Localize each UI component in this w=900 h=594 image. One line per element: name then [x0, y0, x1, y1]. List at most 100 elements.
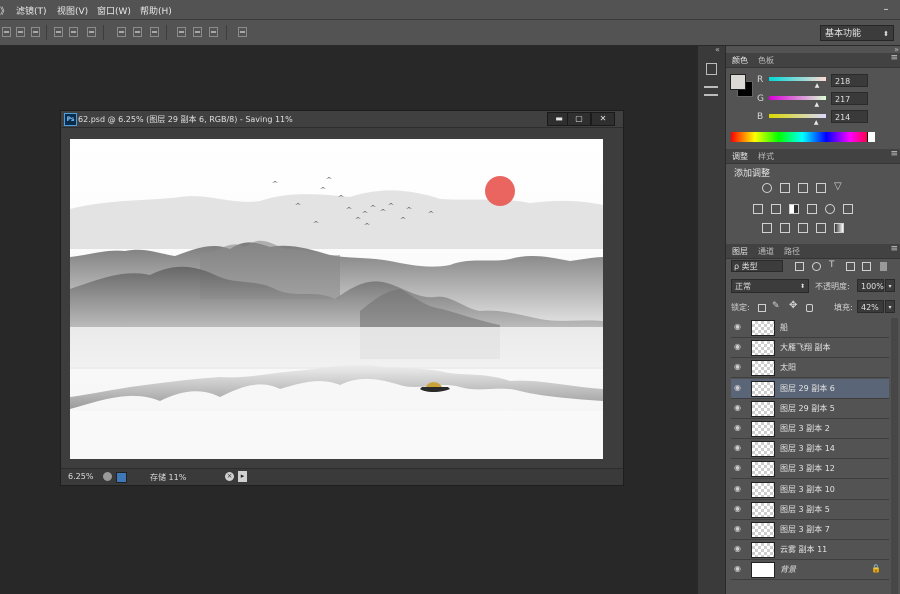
maximize-button[interactable]: ▢ — [567, 112, 591, 126]
distribute-top-icon[interactable] — [54, 27, 63, 37]
distribute-right-icon[interactable] — [150, 27, 159, 37]
gradient-map-icon[interactable] — [834, 223, 844, 233]
channel-mixer-icon[interactable] — [825, 204, 835, 214]
fill-dropdown-icon[interactable]: ▾ — [885, 300, 895, 313]
blend-mode-select[interactable]: 正常 ⬍ — [731, 279, 809, 293]
distribute-left-icon[interactable] — [117, 27, 126, 37]
history-icon[interactable] — [706, 63, 717, 75]
lock-paint-icon[interactable]: ✎ — [772, 301, 780, 311]
layer-row[interactable]: ◉ 船 — [731, 318, 889, 338]
lock-all-icon[interactable] — [806, 304, 813, 312]
slider-b-thumb[interactable]: ▲ — [814, 119, 819, 126]
layer-row[interactable]: ◉ 图层 3 副本 12 — [731, 459, 889, 480]
visibility-eye-icon[interactable]: ◉ — [734, 565, 744, 573]
menu-item-overflow[interactable]: 》 — [0, 4, 9, 17]
foreground-color-swatch[interactable] — [730, 74, 746, 90]
brightness-icon[interactable] — [762, 183, 772, 193]
auto-align-icon[interactable] — [238, 27, 247, 37]
close-button[interactable]: ✕ — [591, 112, 615, 126]
visibility-eye-icon[interactable]: ◉ — [734, 444, 744, 452]
tab-swatches[interactable]: 色板 — [758, 55, 774, 66]
layer-row[interactable]: ◉ 图层 29 副本 5 — [731, 398, 889, 419]
curves-icon[interactable] — [798, 183, 808, 193]
align-right-icon[interactable] — [31, 27, 40, 37]
visibility-eye-icon[interactable]: ◉ — [734, 525, 744, 533]
layer-row[interactable]: ◉ 背景 🔒 — [731, 560, 889, 581]
document-titlebar[interactable]: Ps 62.psd @ 6.25% (图层 29 副本 6, RGB/8) - … — [61, 111, 623, 128]
layer-row[interactable]: ◉ 图层 29 副本 6 — [731, 378, 889, 399]
slider-r[interactable] — [769, 77, 826, 81]
zoom-level[interactable]: 6.25% — [68, 472, 93, 481]
layer-filter-select[interactable]: ρ 类型 — [731, 260, 783, 272]
visibility-eye-icon[interactable]: ◉ — [734, 424, 744, 432]
slider-g-thumb[interactable]: ▲ — [815, 101, 820, 108]
layer-list-scrollbar[interactable] — [891, 318, 898, 594]
color-lookup-icon[interactable] — [843, 204, 853, 214]
align-bottom-icon[interactable] — [209, 27, 218, 37]
photo-filter-icon[interactable] — [807, 204, 817, 214]
layer-row[interactable]: ◉ 云雾 副本 11 — [731, 540, 889, 561]
panel-menu-icon[interactable]: ≡ — [890, 244, 898, 254]
lock-transparent-icon[interactable] — [758, 304, 766, 312]
distribute-hcenter-icon[interactable] — [133, 27, 142, 37]
menu-item-window[interactable]: 窗口(W) — [97, 4, 131, 17]
align-left-icon[interactable] — [2, 27, 11, 37]
posterize-icon[interactable] — [780, 223, 790, 233]
spectrum-white-black[interactable] — [867, 132, 875, 142]
value-b-input[interactable]: 214 — [831, 110, 868, 123]
layer-row[interactable]: ◉ 图层 3 副本 14 — [731, 439, 889, 460]
play-arrow-icon[interactable]: ▸ — [238, 471, 247, 482]
visibility-eye-icon[interactable]: ◉ — [734, 323, 744, 331]
collapse-chevron-icon[interactable]: « — [715, 45, 720, 54]
layer-row[interactable]: ◉ 图层 3 副本 10 — [731, 479, 889, 500]
levels-icon[interactable] — [780, 183, 790, 193]
visibility-eye-icon[interactable]: ◉ — [734, 504, 744, 513]
panel-menu-icon[interactable]: ≡ — [890, 149, 898, 159]
layer-row[interactable]: ◉ 太阳 — [731, 358, 889, 379]
exposure-icon[interactable] — [816, 183, 826, 193]
filter-shape-icon[interactable] — [846, 262, 855, 271]
status-icon[interactable] — [103, 472, 112, 481]
filter-type-icon[interactable]: T — [829, 260, 835, 270]
vibrance-icon[interactable]: ▽ — [834, 181, 844, 193]
lock-position-icon[interactable]: ✥ — [789, 300, 797, 311]
properties-icon[interactable] — [704, 86, 718, 96]
minimize-app-button[interactable]: – — [872, 0, 900, 19]
opacity-dropdown-icon[interactable]: ▾ — [885, 279, 895, 292]
value-r-input[interactable]: 218 — [831, 74, 868, 87]
tab-adjustments[interactable]: 调整 — [732, 151, 748, 162]
slider-g[interactable] — [769, 96, 826, 100]
layer-row[interactable]: ◉ 大雁飞翔 副本 — [731, 338, 889, 359]
visibility-eye-icon[interactable]: ◉ — [734, 383, 744, 392]
filter-adjust-icon[interactable] — [812, 262, 821, 271]
menu-item-filter[interactable]: 滤镜(T) — [16, 4, 47, 17]
canvas-image[interactable] — [70, 139, 603, 459]
panel-menu-icon[interactable]: ≡ — [890, 53, 898, 63]
threshold-icon[interactable] — [798, 223, 808, 233]
opacity-input[interactable]: 100% — [857, 279, 884, 292]
visibility-eye-icon[interactable]: ◉ — [734, 484, 744, 493]
layer-row[interactable]: ◉ 图层 3 副本 7 — [731, 520, 889, 540]
align-hcenter-icon[interactable] — [16, 27, 25, 37]
distribute-bottom-icon[interactable] — [87, 27, 96, 37]
hue-sat-icon[interactable] — [753, 204, 763, 214]
tab-layers[interactable]: 图层 — [732, 246, 748, 257]
selective-color-icon[interactable] — [816, 223, 826, 233]
fill-input[interactable]: 42% — [857, 300, 884, 313]
tab-paths[interactable]: 路径 — [784, 246, 800, 257]
align-vcenter-icon[interactable] — [193, 27, 202, 37]
workspace-switcher[interactable]: 基本功能 ⬍ — [820, 25, 894, 41]
layer-row[interactable]: ◉ 图层 3 副本 2 — [731, 419, 889, 439]
slider-r-thumb[interactable]: ▲ — [815, 82, 820, 89]
layer-row[interactable]: ◉ 图层 3 副本 5 — [731, 499, 889, 520]
tab-styles[interactable]: 样式 — [758, 151, 774, 162]
color-balance-icon[interactable] — [771, 204, 781, 214]
align-top-icon[interactable] — [177, 27, 186, 37]
color-spectrum[interactable] — [731, 132, 874, 142]
cancel-icon[interactable]: × — [225, 472, 234, 481]
visibility-eye-icon[interactable]: ◉ — [734, 343, 744, 351]
value-g-input[interactable]: 217 — [831, 92, 868, 105]
visibility-eye-icon[interactable]: ◉ — [734, 403, 744, 412]
tab-channels[interactable]: 通道 — [758, 246, 774, 257]
tab-color[interactable]: 颜色 — [732, 55, 748, 66]
